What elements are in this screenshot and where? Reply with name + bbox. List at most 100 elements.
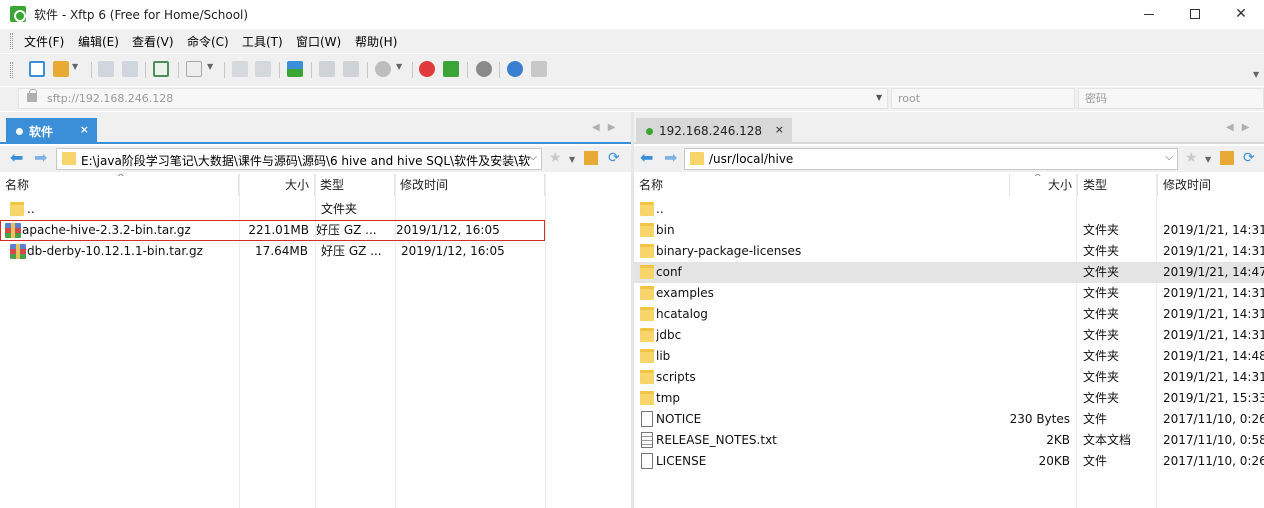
column-modified[interactable]: 修改时间 <box>1158 174 1264 196</box>
table-row[interactable]: LICENSE 20KB 文件 2017/11/10, 0:26 <box>634 451 1264 472</box>
menu-bar: 文件(F) 编辑(E) 查看(V) 命令(C) 工具(T) 窗口(W) 帮助(H… <box>0 29 1264 53</box>
table-row[interactable]: bin 文件夹 2019/1/21, 14:31 <box>634 220 1264 241</box>
file-name: LICENSE <box>656 454 707 468</box>
maximize-icon <box>1190 9 1200 19</box>
back-arrow-icon[interactable]: ⬅ <box>640 150 653 166</box>
disconnect-icon[interactable] <box>122 61 138 77</box>
refresh-icon[interactable]: ⟳ <box>608 151 620 165</box>
folder-icon <box>640 307 654 321</box>
minimize-button[interactable] <box>1126 0 1172 28</box>
star-icon[interactable]: ★ <box>549 151 562 165</box>
tab-scroll-arrows-icon[interactable]: ◀▶ <box>592 122 623 133</box>
column-size[interactable]: 大小 <box>239 174 315 196</box>
maximize-button[interactable] <box>1172 0 1218 28</box>
stop-icon[interactable] <box>375 61 391 77</box>
menu-grip-icon <box>10 33 13 49</box>
table-row[interactable]: db-derby-10.12.1.1-bin.tar.gz 17.64MB 好压… <box>0 241 631 262</box>
open-folder-icon[interactable] <box>53 61 69 77</box>
tab-remote[interactable]: 192.168.246.128 × <box>636 118 792 144</box>
tab-scroll-arrows-icon[interactable]: ◀▶ <box>1226 122 1257 133</box>
table-row[interactable]: .. 文件夹 <box>0 199 631 220</box>
new-session-icon[interactable] <box>29 61 45 77</box>
file-name: binary-package-licenses <box>656 244 802 258</box>
table-row[interactable]: jdbc 文件夹 2019/1/21, 14:31 <box>634 325 1264 346</box>
forward-arrow-icon[interactable]: ➡ <box>34 150 47 166</box>
menu-help[interactable]: 帮助(H) <box>355 33 397 50</box>
new-window-icon[interactable] <box>153 61 169 77</box>
table-row[interactable]: NOTICE 230 Bytes 文件 2017/11/10, 0:26 <box>634 409 1264 430</box>
file-type: 文件夹 <box>1083 307 1120 321</box>
copy-icon[interactable] <box>232 61 248 77</box>
table-row[interactable]: lib 文件夹 2019/1/21, 14:48 <box>634 346 1264 367</box>
password-input[interactable]: 密码 <box>1078 88 1264 109</box>
file-name: scripts <box>656 370 696 384</box>
menu-tools[interactable]: 工具(T) <box>242 33 283 50</box>
username-input[interactable]: root <box>891 88 1075 109</box>
table-row[interactable]: apache-hive-2.3.2-bin.tar.gz 221.01MB 好压… <box>0 220 545 241</box>
remote-path-input[interactable]: /usr/local/hive ⌵ <box>684 148 1178 170</box>
file-modified: 2017/11/10, 0:58 <box>1163 433 1264 447</box>
folder-icon <box>640 223 654 237</box>
host-input[interactable]: sftp://192.168.246.128 <box>18 88 888 109</box>
folder-icon <box>640 370 654 384</box>
menu-command[interactable]: 命令(C) <box>187 33 229 50</box>
table-row[interactable]: .. <box>634 199 1264 220</box>
local-path-text: E:\java阶段学习笔记\大数据\课件与源码\源码\6 hive and hi… <box>81 154 531 168</box>
screen-icon[interactable] <box>186 61 202 77</box>
home-folder-icon[interactable] <box>1220 151 1234 165</box>
archive-icon <box>5 223 21 238</box>
page-icon-2[interactable] <box>343 61 359 77</box>
toolbar-overflow-icon[interactable]: ▼ <box>1253 70 1259 79</box>
column-type[interactable]: 类型 <box>1078 174 1158 196</box>
column-modified[interactable]: 修改时间 <box>395 174 545 196</box>
table-row[interactable]: hcatalog 文件夹 2019/1/21, 14:31 <box>634 304 1264 325</box>
back-arrow-icon[interactable]: ⬅ <box>10 150 23 166</box>
transfer-icon[interactable] <box>287 61 303 77</box>
column-size[interactable]: ^ 大小 <box>1010 174 1078 196</box>
column-name[interactable]: 名称 <box>634 174 1010 196</box>
toolbar-separator <box>279 62 280 78</box>
table-row[interactable]: binary-package-licenses 文件夹 2019/1/21, 1… <box>634 241 1264 262</box>
screen-dropdown-icon[interactable]: ▼ <box>207 62 213 71</box>
host-dropdown-icon[interactable]: ▼ <box>876 93 882 102</box>
path-dropdown-icon[interactable]: ⌵ <box>529 152 537 163</box>
file-type: 文件夹 <box>321 202 358 216</box>
close-button[interactable]: ✕ <box>1218 0 1264 28</box>
star-icon[interactable]: ★ <box>1185 151 1198 165</box>
toolbar-separator <box>412 62 413 78</box>
tab-close-button[interactable]: × <box>775 123 784 136</box>
connect-icon[interactable] <box>98 61 114 77</box>
file-name: db-derby-10.12.1.1-bin.tar.gz <box>27 244 203 258</box>
local-path-input[interactable]: E:\java阶段学习笔记\大数据\课件与源码\源码\6 hive and hi… <box>56 148 542 170</box>
menu-file[interactable]: 文件(F) <box>24 33 64 50</box>
table-row[interactable]: RELEASE_NOTES.txt 2KB 文本文档 2017/11/10, 0… <box>634 430 1264 451</box>
home-folder-icon[interactable] <box>584 151 598 165</box>
page-icon[interactable] <box>319 61 335 77</box>
file-size: 230 Bytes <box>1009 412 1070 426</box>
table-row[interactable]: examples 文件夹 2019/1/21, 14:31 <box>634 283 1264 304</box>
column-type[interactable]: 类型 <box>315 174 395 196</box>
table-row[interactable]: scripts 文件夹 2019/1/21, 14:31 <box>634 367 1264 388</box>
table-row[interactable]: conf 文件夹 2019/1/21, 14:47 <box>634 262 1264 283</box>
column-name[interactable]: 名称 ^ <box>0 174 239 196</box>
table-row[interactable]: tmp 文件夹 2019/1/21, 15:33 <box>634 388 1264 409</box>
refresh-icon[interactable]: ⟳ <box>1243 151 1255 165</box>
menu-edit[interactable]: 编辑(E) <box>78 33 119 50</box>
menu-window[interactable]: 窗口(W) <box>296 33 341 50</box>
forward-arrow-icon[interactable]: ➡ <box>664 150 677 166</box>
favorites-dropdown-icon[interactable]: ▼ <box>1205 155 1211 164</box>
settings-icon[interactable] <box>476 61 492 77</box>
chat-icon[interactable] <box>531 61 547 77</box>
menu-view[interactable]: 查看(V) <box>132 33 174 50</box>
path-dropdown-icon[interactable]: ⌵ <box>1165 152 1173 163</box>
tab-close-button[interactable]: × <box>80 123 89 136</box>
paste-icon[interactable] <box>255 61 271 77</box>
file-type: 文件夹 <box>1083 349 1120 363</box>
favorites-dropdown-icon[interactable]: ▼ <box>569 155 575 164</box>
xshell-icon[interactable] <box>419 61 435 77</box>
tab-local[interactable]: 软件 × <box>6 118 97 144</box>
help-icon[interactable] <box>507 61 523 77</box>
open-folder-dropdown-icon[interactable]: ▼ <box>72 62 78 71</box>
xftp-icon[interactable] <box>443 61 459 77</box>
stop-dropdown-icon[interactable]: ▼ <box>396 62 402 71</box>
